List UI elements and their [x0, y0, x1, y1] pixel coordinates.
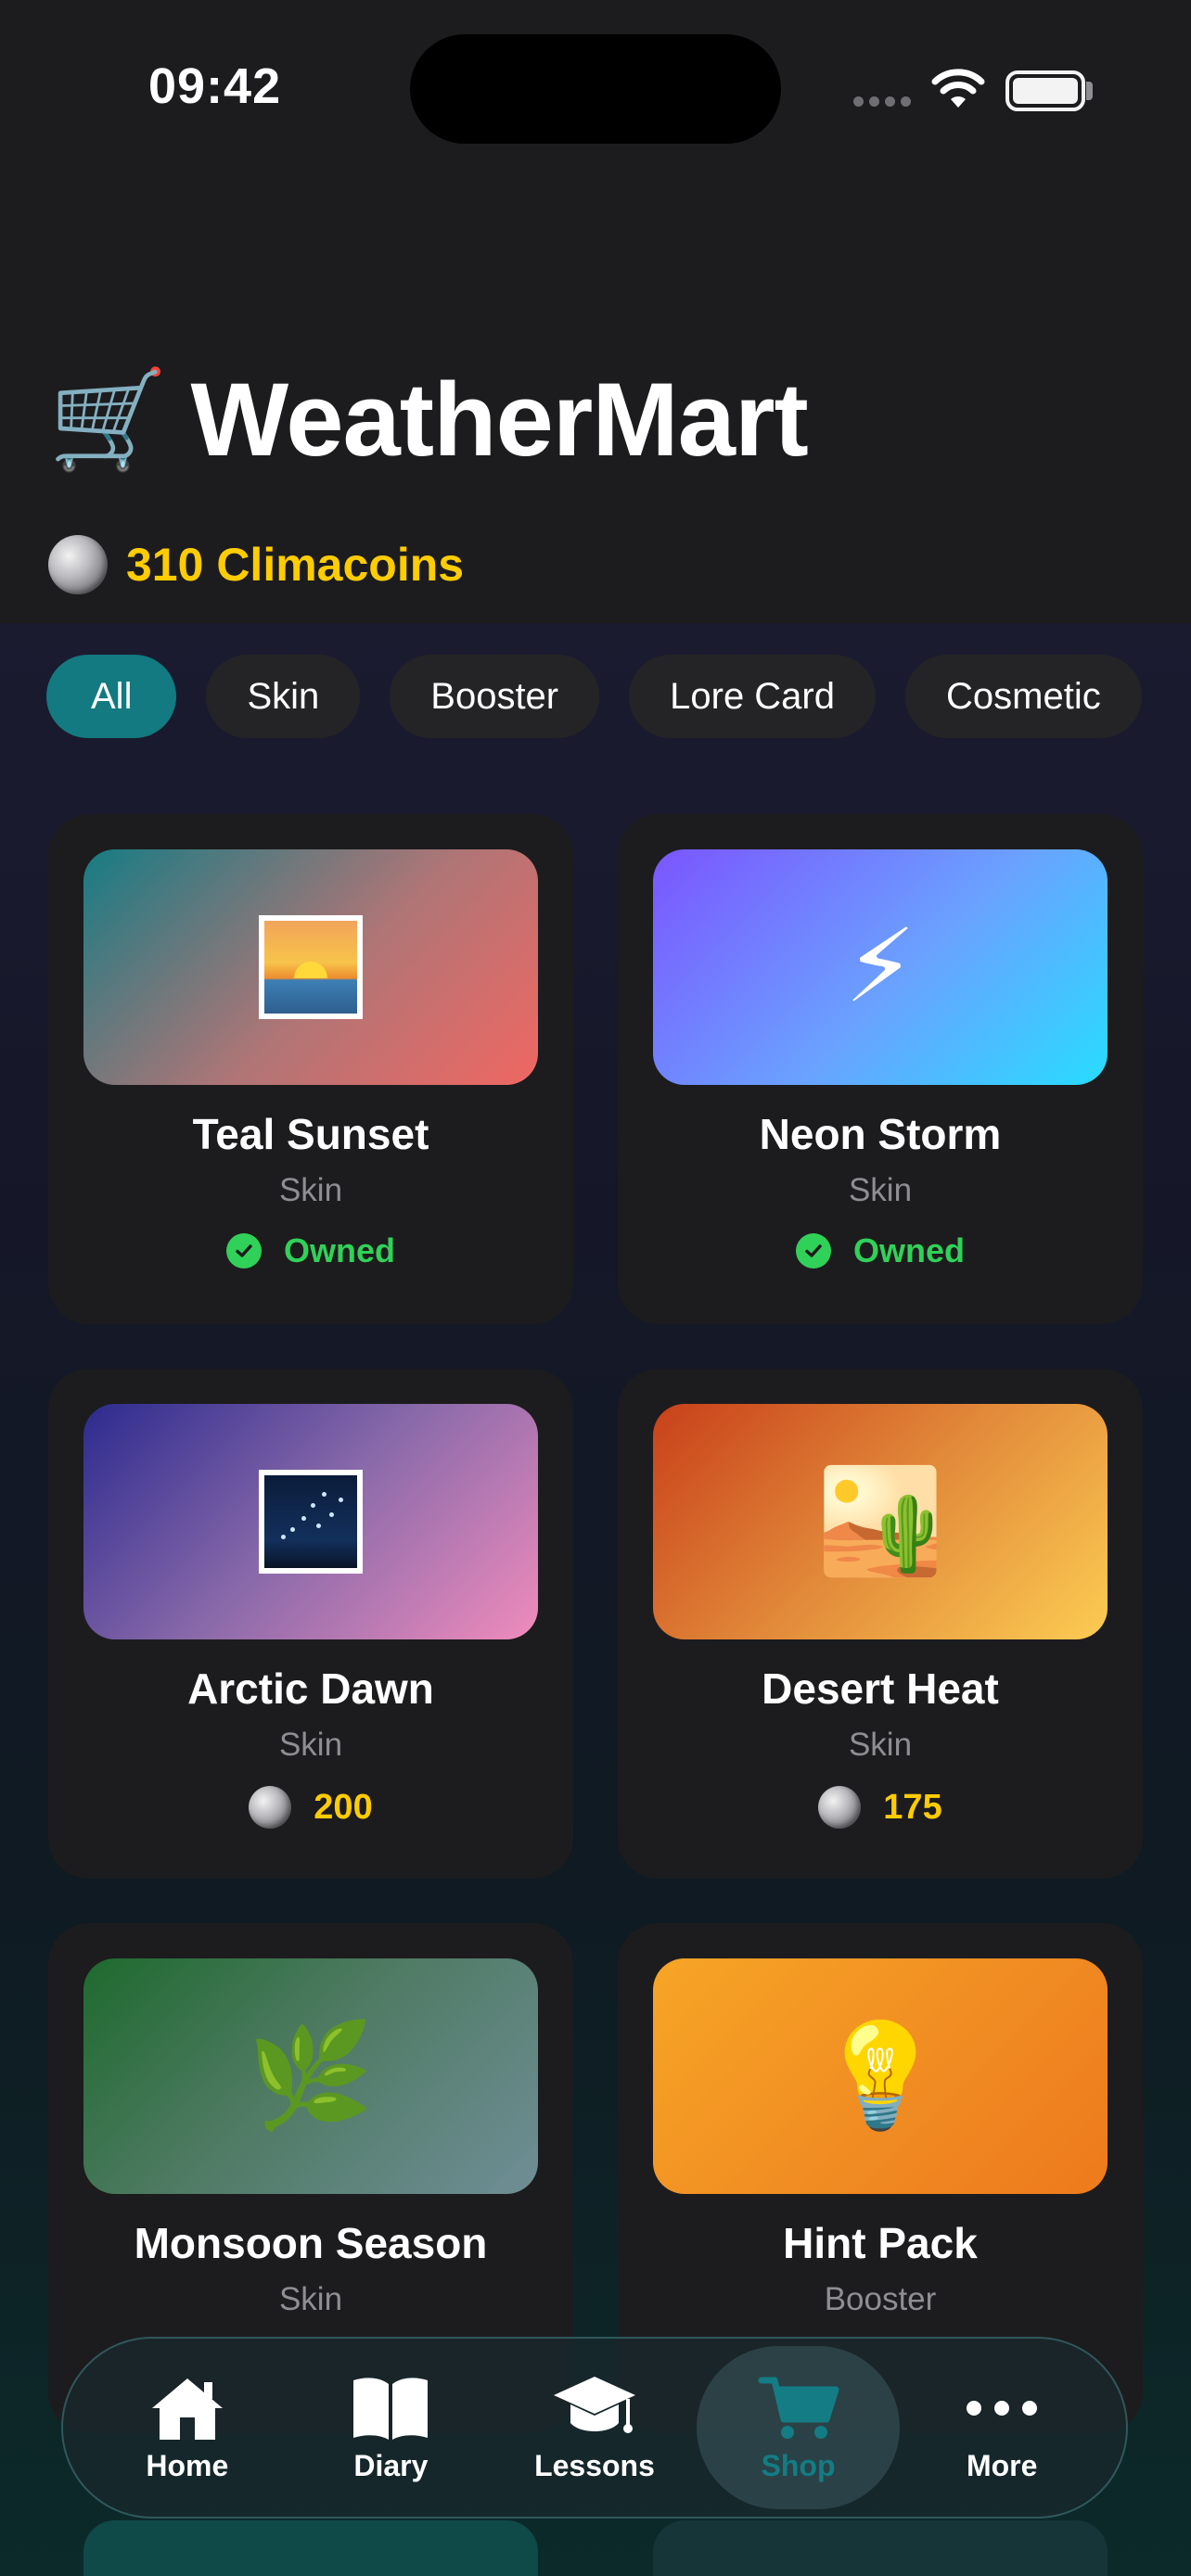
price-tag: 200	[48, 1786, 573, 1829]
coin-icon	[48, 535, 108, 594]
filter-chips: All Skin Booster Lore Card Cosmetic	[46, 655, 1142, 738]
sunset-picture-icon	[259, 915, 363, 1019]
balance-text: 310 Climacoins	[126, 539, 465, 591]
item-thumbnail: ⚡	[653, 849, 1108, 1085]
next-card-peek	[83, 2520, 538, 2576]
item-name: Teal Sunset	[192, 1110, 429, 1158]
house-icon	[151, 2378, 223, 2440]
title-row: 🛒 WeatherMart	[48, 360, 809, 479]
checkmark-icon	[795, 1233, 831, 1269]
item-type: Booster	[824, 2281, 937, 2317]
tab-label: Diary	[353, 2448, 429, 2482]
shop-content: All Skin Booster Lore Card Cosmetic Teal…	[0, 623, 1191, 2576]
tab-diary[interactable]: Diary	[289, 2346, 493, 2509]
price-tag: 175	[618, 1786, 1143, 1829]
owned-label: Owned	[283, 1231, 395, 1269]
owned-label: Owned	[852, 1231, 965, 1269]
next-card-peek	[653, 2520, 1108, 2576]
desert-icon: 🏜️	[816, 1464, 944, 1578]
item-thumbnail	[83, 1404, 538, 1639]
coin-balance: 310 Climacoins	[48, 535, 464, 594]
item-type: Skin	[848, 1172, 913, 1208]
item-name: Monsoon Season	[134, 2219, 488, 2267]
price-value: 200	[314, 1787, 373, 1827]
tab-more[interactable]: More	[900, 2346, 1104, 2509]
item-grid: Teal Sunset Skin Owned ⚡ Neon Storm Skin	[48, 814, 1143, 2433]
filter-chip-lore-card[interactable]: Lore Card	[629, 655, 876, 738]
tab-lessons[interactable]: Lessons	[493, 2346, 697, 2509]
owned-status: Owned	[618, 1231, 1143, 1270]
item-card-arctic-dawn[interactable]: Arctic Dawn Skin 200	[48, 1369, 573, 1879]
battery-icon	[1005, 70, 1085, 111]
cart-icon	[758, 2377, 839, 2439]
book-icon	[353, 2377, 429, 2440]
filter-chip-skin[interactable]: Skin	[206, 655, 361, 738]
item-type: Skin	[278, 1172, 343, 1208]
wifi-icon	[931, 69, 985, 108]
cellular-signal-icon	[853, 96, 911, 107]
status-time: 09:42	[148, 58, 282, 114]
owned-status: Owned	[48, 1231, 573, 1270]
item-thumbnail: 💡	[653, 1958, 1108, 2194]
item-card-desert-heat[interactable]: 🏜️ Desert Heat Skin 175	[618, 1369, 1143, 1879]
lightning-icon: ⚡	[844, 910, 916, 1024]
item-thumbnail: 🏜️	[653, 1404, 1108, 1639]
coin-icon	[818, 1786, 862, 1829]
price-value: 175	[883, 1787, 942, 1827]
header: 09:42 🛒 WeatherMart 310 Climacoins	[0, 0, 1191, 623]
item-card-teal-sunset[interactable]: Teal Sunset Skin Owned	[48, 814, 573, 1324]
battery-cap	[1086, 82, 1093, 100]
item-thumbnail	[83, 849, 538, 1085]
filter-chip-all[interactable]: All	[46, 655, 177, 738]
herb-icon: 🌿	[247, 2019, 375, 2133]
filter-chip-booster[interactable]: Booster	[390, 655, 600, 738]
item-thumbnail: 🌿	[83, 1958, 538, 2194]
coin-icon	[249, 1786, 292, 1829]
item-name: Arctic Dawn	[187, 1664, 434, 1713]
item-name: Hint Pack	[783, 2219, 978, 2267]
tab-home[interactable]: Home	[85, 2346, 289, 2509]
cart-emoji-icon: 🛒	[48, 365, 169, 474]
tab-bar: Home Diary Lessons Shop More	[61, 2337, 1128, 2519]
item-type: Skin	[278, 1727, 343, 1763]
tab-label: Lessons	[534, 2448, 655, 2482]
item-card-neon-storm[interactable]: ⚡ Neon Storm Skin Owned	[618, 814, 1143, 1324]
item-name: Neon Storm	[759, 1110, 1002, 1158]
item-name: Desert Heat	[762, 1664, 999, 1713]
tab-shop[interactable]: Shop	[696, 2346, 901, 2509]
checkmark-icon	[225, 1233, 262, 1269]
dynamic-island	[410, 34, 781, 144]
item-type: Skin	[848, 1727, 913, 1763]
tab-label: Shop	[761, 2448, 836, 2482]
filter-chip-cosmetic[interactable]: Cosmetic	[905, 655, 1142, 738]
graduation-cap-icon	[553, 2376, 635, 2433]
ellipsis-icon	[967, 2373, 1038, 2443]
page-title: WeatherMart	[190, 362, 809, 478]
night-sky-picture-icon	[259, 1470, 363, 1574]
tab-label: More	[966, 2448, 1038, 2482]
item-type: Skin	[278, 2281, 343, 2317]
tab-label: Home	[146, 2448, 229, 2482]
light-bulb-icon: 💡	[816, 2019, 944, 2133]
